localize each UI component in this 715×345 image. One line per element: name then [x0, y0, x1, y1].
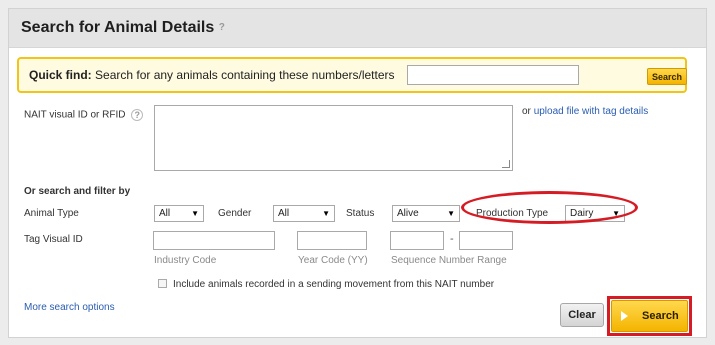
upload-line: or upload file with tag details: [522, 106, 648, 117]
page-title: Search for Animal Details ?: [21, 19, 225, 37]
nait-id-textarea[interactable]: [154, 105, 513, 171]
clear-button[interactable]: Clear: [560, 303, 604, 327]
status-label: Status: [346, 208, 375, 219]
quick-find-box: Quick find: Search for any animals conta…: [17, 57, 687, 93]
resize-grip-icon[interactable]: [502, 160, 510, 168]
or-text: or: [522, 106, 531, 117]
nait-help-icon[interactable]: ?: [131, 109, 144, 121]
quick-find-input[interactable]: [407, 65, 579, 85]
play-arrow-icon: [621, 311, 628, 321]
filter-heading: Or search and filter by: [24, 186, 131, 197]
quick-find-search-button[interactable]: Search: [647, 68, 687, 85]
gender-label: Gender: [218, 208, 252, 219]
quick-find-label-text: Search for any animals containing these …: [95, 68, 395, 82]
nait-id-label: NAIT visual ID or RFID ?: [24, 109, 144, 121]
tag-visual-id-label: Tag Visual ID: [24, 234, 83, 245]
sequence-start-input[interactable]: [390, 231, 444, 250]
industry-code-input[interactable]: [153, 231, 275, 250]
dropdown-arrow-icon: ▼: [191, 209, 199, 218]
nait-id-label-text: NAIT visual ID or RFID: [24, 109, 126, 121]
page-title-text: Search for Animal Details: [21, 19, 215, 36]
animal-type-value: All: [159, 208, 171, 219]
animal-type-label: Animal Type: [24, 208, 79, 219]
include-sending-checkbox[interactable]: [158, 279, 167, 288]
search-button[interactable]: Search: [611, 300, 688, 332]
include-sending-label: Include animals recorded in a sending mo…: [173, 279, 495, 290]
year-code-hint: Year Code (YY): [298, 255, 368, 266]
gender-value: All: [278, 208, 290, 219]
sequence-end-input[interactable]: [459, 231, 513, 250]
range-dash: -: [450, 233, 454, 245]
animal-type-select[interactable]: All ▼: [154, 205, 204, 222]
help-icon[interactable]: ?: [219, 22, 225, 33]
panel-header: Search for Animal Details ?: [9, 9, 706, 48]
status-select[interactable]: Alive ▼: [392, 205, 460, 222]
status-value: Alive: [397, 208, 419, 219]
quick-find-label: Quick find: Search for any animals conta…: [29, 68, 395, 82]
search-button-label: Search: [642, 310, 679, 322]
dropdown-arrow-icon: ▼: [322, 209, 330, 218]
year-code-input[interactable]: [297, 231, 367, 250]
industry-code-hint: Industry Code: [154, 255, 217, 266]
gender-select[interactable]: All ▼: [273, 205, 335, 222]
production-type-highlight: [461, 191, 638, 224]
more-search-options-link[interactable]: More search options: [24, 302, 115, 313]
dropdown-arrow-icon: ▼: [447, 209, 455, 218]
quick-find-label-bold: Quick find:: [29, 68, 92, 82]
upload-file-link[interactable]: upload file with tag details: [534, 106, 649, 117]
sequence-range-hint: Sequence Number Range: [391, 255, 507, 266]
